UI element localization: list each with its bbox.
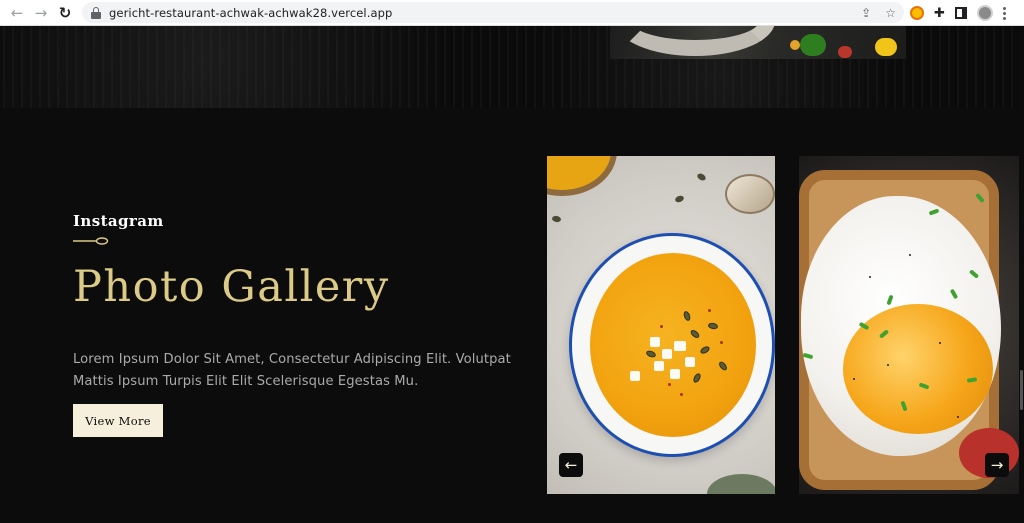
gallery-image-soup[interactable] [547,156,775,494]
forward-button[interactable]: → [29,1,53,25]
arrow-right-icon: → [990,456,1004,474]
arrow-left-icon: ← [10,3,24,22]
lock-icon[interactable] [91,6,101,19]
url-text[interactable]: gericht-restaurant-achwak-achwak28.verce… [109,6,392,20]
back-button[interactable]: ← [5,1,29,25]
reload-button[interactable]: ↻ [53,1,77,25]
view-more-button[interactable]: View More [73,404,163,437]
previous-section-image [610,26,906,59]
kebab-menu-icon[interactable] [1002,6,1006,20]
side-panel-icon[interactable] [954,7,967,19]
share-icon[interactable]: ⇪ [861,6,871,20]
extension-icon[interactable] [910,6,924,20]
star-icon[interactable]: ☆ [885,6,896,20]
browser-toolbar: ← → ↻ gericht-restaurant-achwak-achwak28… [0,0,1024,26]
page-scrollbar-thumb[interactable] [1020,370,1023,410]
avatar-icon[interactable] [976,5,993,21]
section-subtitle: Instagram [73,212,164,230]
carousel-next-button[interactable]: → [985,453,1009,477]
arrow-right-icon: → [34,3,48,22]
section-title: Photo Gallery [73,262,390,312]
arrow-left-icon: ← [564,456,578,474]
reload-icon: ↻ [58,3,72,22]
address-bar[interactable]: gericht-restaurant-achwak-achwak28.verce… [82,2,904,23]
puzzle-icon[interactable]: ✚ [934,6,945,21]
spoon-divider-icon [73,237,109,245]
section-description: Lorem Ipsum Dolor Sit Amet, Consectetur … [73,352,511,389]
carousel-prev-button[interactable]: ← [559,453,583,477]
gallery-image-egg[interactable] [799,156,1024,494]
page-scrollbar-track[interactable] [1019,26,1024,523]
